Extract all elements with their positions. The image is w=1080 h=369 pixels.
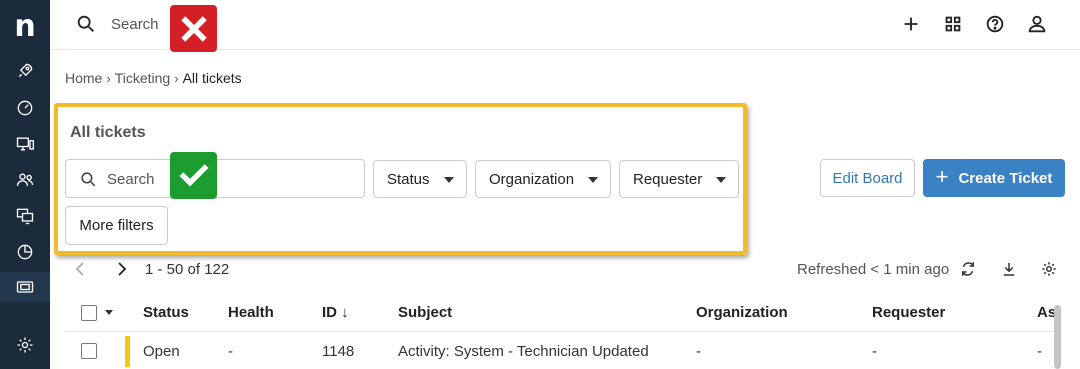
refreshed-status: Refreshed < 1 min ago — [797, 261, 950, 278]
download-icon[interactable] — [1000, 260, 1018, 278]
select-all-checkbox[interactable] — [81, 305, 97, 321]
chevron-down-icon — [588, 177, 598, 183]
status-filter-dropdown[interactable]: Status — [373, 160, 467, 198]
chevron-right-icon: › — [106, 70, 111, 86]
previous-page-icon[interactable] — [73, 261, 89, 277]
incorrect-marker — [170, 5, 217, 52]
table-scrollbar[interactable] — [1054, 305, 1061, 369]
sidebar-item-users[interactable] — [13, 168, 37, 192]
board-title: All tickets — [70, 124, 146, 141]
table-settings-gear-icon[interactable] — [1040, 260, 1058, 278]
status-filter-label: Status — [387, 170, 430, 188]
breadcrumb-current: All tickets — [182, 70, 242, 86]
breadcrumb: Home › Ticketing › All tickets — [65, 70, 242, 86]
requester-filter-dropdown[interactable]: Requester — [619, 160, 739, 198]
sidebar-item-rocket[interactable] — [13, 59, 37, 83]
sort-descending-icon: ↓ — [341, 304, 349, 321]
column-organization[interactable]: Organization — [696, 304, 788, 321]
users-icon — [16, 173, 34, 186]
rocket-icon — [18, 63, 33, 78]
table-row[interactable]: Open - 1148 Activity: System - Technicia… — [65, 333, 1055, 369]
column-health[interactable]: Health — [228, 304, 274, 321]
sidebar-item-dashboard[interactable] — [13, 96, 37, 120]
reports-pie-icon — [17, 244, 33, 260]
search-placeholder: Search — [107, 171, 155, 188]
devices-icon — [16, 137, 34, 151]
row-id: 1148 — [322, 343, 355, 360]
requester-filter-label: Requester — [633, 170, 703, 188]
search-icon[interactable] — [75, 13, 97, 35]
status-color-bar — [125, 336, 130, 367]
row-status: Open — [143, 343, 180, 360]
global-search-label[interactable]: Search — [111, 16, 159, 33]
plus-icon: + — [935, 164, 949, 189]
sidebar-item-ticketing[interactable] — [13, 275, 37, 299]
row-assignee: - — [1037, 343, 1042, 360]
pagination-range: 1 - 50 of 122 — [145, 261, 230, 278]
chevron-right-icon: › — [174, 70, 179, 86]
select-options-chevron-down-icon[interactable] — [105, 310, 113, 315]
row-subject[interactable]: Activity: System - Technician Updated — [398, 343, 649, 360]
column-id-label: ID — [322, 304, 337, 321]
sidebar-item-reports[interactable] — [13, 240, 37, 264]
column-requester[interactable]: Requester — [872, 304, 945, 321]
breadcrumb-ticketing[interactable]: Ticketing — [115, 70, 171, 86]
row-requester: - — [872, 343, 877, 360]
sidebar-item-devices[interactable] — [13, 132, 37, 156]
monitors-icon — [16, 208, 34, 225]
plus-icon[interactable] — [900, 13, 922, 35]
sidebar-item-settings[interactable] — [13, 333, 37, 357]
column-status[interactable]: Status — [143, 304, 189, 321]
search-icon — [81, 172, 96, 187]
chevron-down-icon — [716, 177, 726, 183]
ticket-icon — [16, 281, 34, 293]
breadcrumb-home[interactable]: Home — [65, 70, 102, 86]
column-id[interactable]: ID ↓ — [322, 304, 349, 321]
sidebar: n — [0, 0, 50, 369]
app-window: n Search Home › Ticketing › All tickets … — [0, 0, 1080, 369]
top-bar: Search — [50, 0, 1080, 52]
create-ticket-button[interactable]: + Create Ticket — [923, 159, 1065, 197]
create-ticket-label: Create Ticket — [958, 169, 1053, 187]
organization-filter-label: Organization — [489, 170, 575, 188]
column-assignee[interactable]: As — [1037, 304, 1055, 321]
sidebar-item-monitors[interactable] — [13, 204, 37, 228]
checkmark-icon — [179, 163, 208, 186]
row-organization: - — [696, 343, 701, 360]
app-logo[interactable]: n — [0, 8, 50, 46]
close-icon — [180, 15, 207, 42]
apps-grid-icon[interactable] — [942, 13, 964, 35]
row-checkbox[interactable] — [81, 343, 97, 359]
organization-filter-dropdown[interactable]: Organization — [475, 160, 611, 198]
dashboard-gauge-icon — [17, 100, 33, 116]
settings-gear-icon — [17, 337, 33, 353]
correct-marker — [170, 152, 217, 199]
user-icon[interactable] — [1026, 13, 1048, 35]
table-header: Status Health ID ↓ Subject Organization … — [65, 294, 1055, 332]
row-health: - — [228, 343, 233, 360]
chevron-down-icon — [444, 177, 454, 183]
edit-board-button[interactable]: Edit Board — [820, 159, 915, 197]
column-subject[interactable]: Subject — [398, 304, 452, 321]
next-page-icon[interactable] — [113, 261, 129, 277]
refresh-icon[interactable] — [959, 260, 977, 278]
more-filters-button[interactable]: More filters — [65, 206, 168, 245]
help-icon[interactable] — [984, 13, 1006, 35]
